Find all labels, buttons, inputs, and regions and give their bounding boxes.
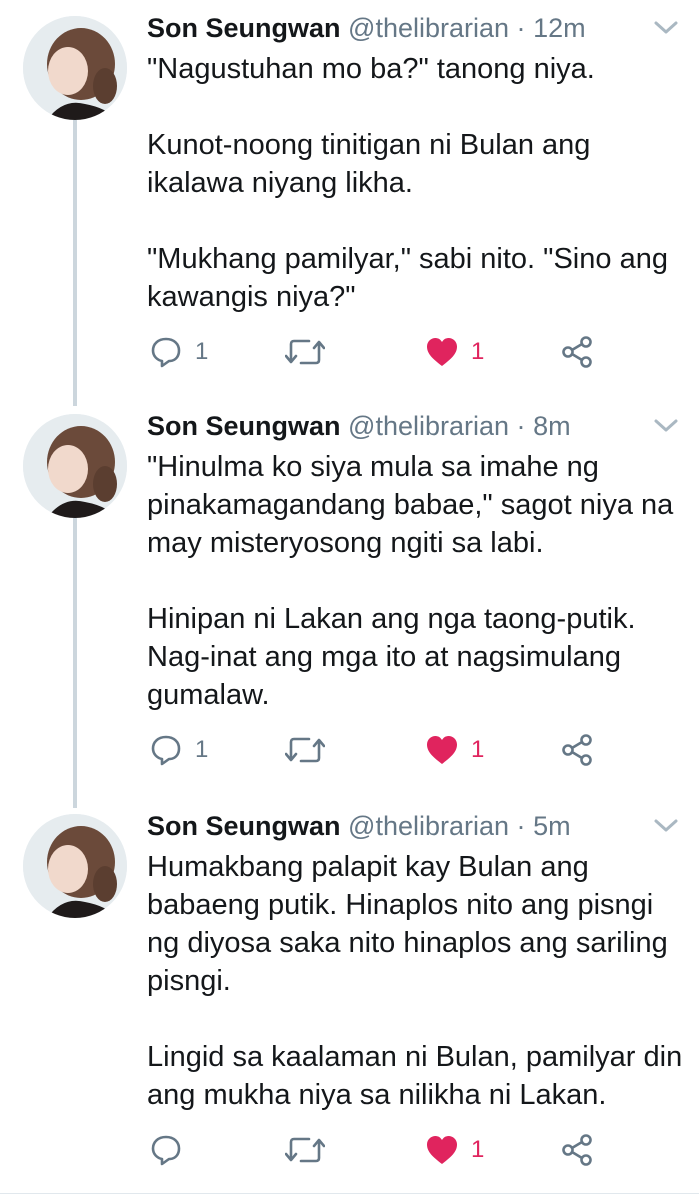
retweet-icon bbox=[285, 339, 325, 365]
like-count: 1 bbox=[471, 736, 485, 763]
tweet[interactable]: Son Seungwan @thelibrarian · 5m Humakban… bbox=[0, 806, 699, 1186]
author-name[interactable]: Son Seungwan bbox=[147, 13, 341, 43]
reply-icon bbox=[151, 1135, 181, 1166]
retweet-button[interactable] bbox=[285, 330, 337, 374]
tweet[interactable]: Son Seungwan @thelibrarian · 12m "Nagust… bbox=[0, 8, 699, 388]
tweet-paragraph: "Nagustuhan mo ba?" tanong niya. bbox=[147, 53, 595, 85]
tweet-actions: 1 1 bbox=[147, 330, 687, 374]
separator-dot: · bbox=[516, 811, 526, 841]
like-button[interactable]: 1 bbox=[425, 1128, 484, 1172]
author-handle[interactable]: @thelibrarian bbox=[348, 13, 509, 43]
share-button[interactable] bbox=[560, 728, 594, 772]
chevron-down-icon[interactable] bbox=[653, 818, 679, 834]
avatar-image bbox=[23, 16, 127, 120]
retweet-icon bbox=[285, 737, 325, 763]
share-button[interactable] bbox=[560, 330, 594, 374]
like-button[interactable]: 1 bbox=[425, 330, 484, 374]
separator-dot: · bbox=[516, 411, 526, 441]
chevron-down-icon[interactable] bbox=[653, 418, 679, 434]
avatar-image bbox=[23, 814, 127, 918]
heart-icon bbox=[427, 736, 457, 764]
heart-icon bbox=[427, 1136, 457, 1164]
reply-icon bbox=[151, 735, 181, 766]
reply-button[interactable] bbox=[149, 1128, 195, 1172]
share-icon bbox=[562, 336, 592, 368]
chevron-down-icon[interactable] bbox=[653, 20, 679, 36]
avatar[interactable] bbox=[23, 814, 127, 918]
tweet-text: Humakbang palapit kay Bulan ang babaeng … bbox=[147, 848, 687, 1114]
like-count: 1 bbox=[471, 338, 485, 365]
tweet-header: Son Seungwan @thelibrarian · 12m bbox=[147, 8, 586, 48]
reply-count: 1 bbox=[195, 736, 209, 763]
separator-dot: · bbox=[516, 13, 526, 43]
author-handle[interactable]: @thelibrarian bbox=[348, 411, 509, 441]
tweet-text: "Hinulma ko siya mula sa imahe ng pinaka… bbox=[147, 448, 687, 714]
reply-button[interactable]: 1 bbox=[149, 330, 208, 374]
share-icon bbox=[562, 734, 592, 766]
tweet-paragraph: Humakbang palapit kay Bulan ang babaeng … bbox=[147, 851, 668, 997]
avatar-image bbox=[23, 414, 127, 518]
like-button[interactable]: 1 bbox=[425, 728, 484, 772]
avatar[interactable] bbox=[23, 414, 127, 518]
like-count: 1 bbox=[471, 1136, 485, 1163]
divider bbox=[0, 1193, 699, 1194]
retweet-button[interactable] bbox=[285, 1128, 337, 1172]
tweet-paragraph: "Hinulma ko siya mula sa imahe ng pinaka… bbox=[147, 451, 674, 559]
tweet[interactable]: Son Seungwan @thelibrarian · 8m "Hinulma… bbox=[0, 406, 699, 786]
tweet-paragraph: Lingid sa kaalaman ni Bulan, pamilyar di… bbox=[147, 1041, 683, 1111]
tweet-text: "Nagustuhan mo ba?" tanong niya. Kunot-n… bbox=[147, 50, 687, 316]
retweet-button[interactable] bbox=[285, 728, 337, 772]
author-handle[interactable]: @thelibrarian bbox=[348, 811, 509, 841]
reply-icon bbox=[151, 337, 181, 368]
tweet-header: Son Seungwan @thelibrarian · 8m bbox=[147, 406, 571, 446]
reply-button[interactable]: 1 bbox=[149, 728, 208, 772]
tweet-paragraph: Kunot-noong tinitigan ni Bulan ang ikala… bbox=[147, 129, 591, 199]
avatar[interactable] bbox=[23, 16, 127, 120]
tweet-timestamp[interactable]: 5m bbox=[533, 811, 571, 841]
heart-icon bbox=[427, 338, 457, 366]
tweet-paragraph: "Mukhang pamilyar," sabi nito. "Sino ang… bbox=[147, 243, 668, 313]
tweet-paragraph: Hinipan ni Lakan ang nga taong-putik. Na… bbox=[147, 603, 636, 711]
tweet-header: Son Seungwan @thelibrarian · 5m bbox=[147, 806, 571, 846]
share-button[interactable] bbox=[560, 1128, 594, 1172]
share-icon bbox=[562, 1134, 592, 1166]
author-name[interactable]: Son Seungwan bbox=[147, 411, 341, 441]
tweet-actions: 1 bbox=[147, 1128, 687, 1172]
tweet-timestamp[interactable]: 8m bbox=[533, 411, 571, 441]
retweet-icon bbox=[285, 1137, 325, 1163]
tweet-timestamp[interactable]: 12m bbox=[533, 13, 586, 43]
reply-count: 1 bbox=[195, 338, 209, 365]
tweet-actions: 1 1 bbox=[147, 728, 687, 772]
author-name[interactable]: Son Seungwan bbox=[147, 811, 341, 841]
